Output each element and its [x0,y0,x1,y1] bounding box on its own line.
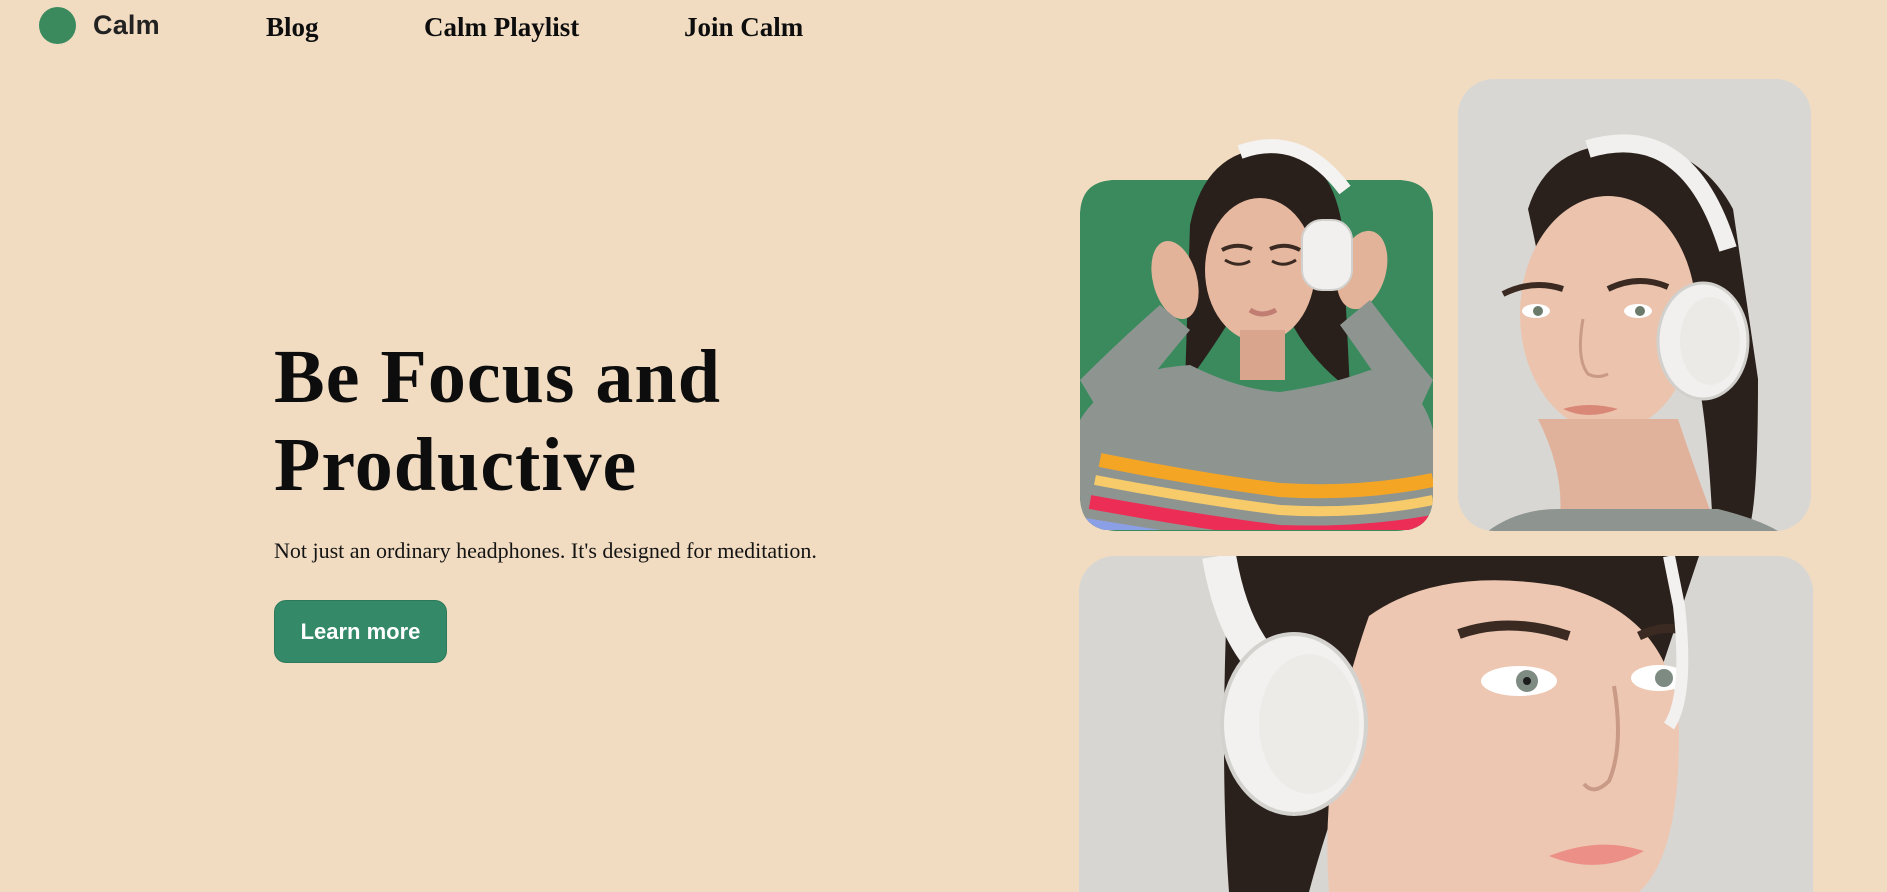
gallery-image-green [1080,139,1433,531]
logo-text: Calm [93,10,160,40]
learn-more-button[interactable]: Learn more [274,600,447,663]
hero-title-line-2: Productive [274,423,638,507]
hero-title-line-1: Be Focus and [274,335,721,419]
gallery-image-closeup [1079,556,1813,892]
hero-subtitle: Not just an ordinary headphones. It's de… [274,538,817,563]
woman-headphones-green-bg-icon [1080,139,1433,530]
logo-circle-icon [39,7,76,44]
woman-headphones-portrait-icon [1458,79,1811,531]
hero-title: Be Focus and Productive [274,333,914,509]
nav-link-join-calm[interactable]: Join Calm [684,12,803,43]
logo-link[interactable]: Calm [39,7,160,44]
nav-link-calm-playlist[interactable]: Calm Playlist [424,12,579,43]
woman-headphones-closeup-icon [1079,556,1813,892]
gallery-image-portrait [1458,79,1811,531]
nav-link-blog[interactable]: Blog [266,12,319,43]
